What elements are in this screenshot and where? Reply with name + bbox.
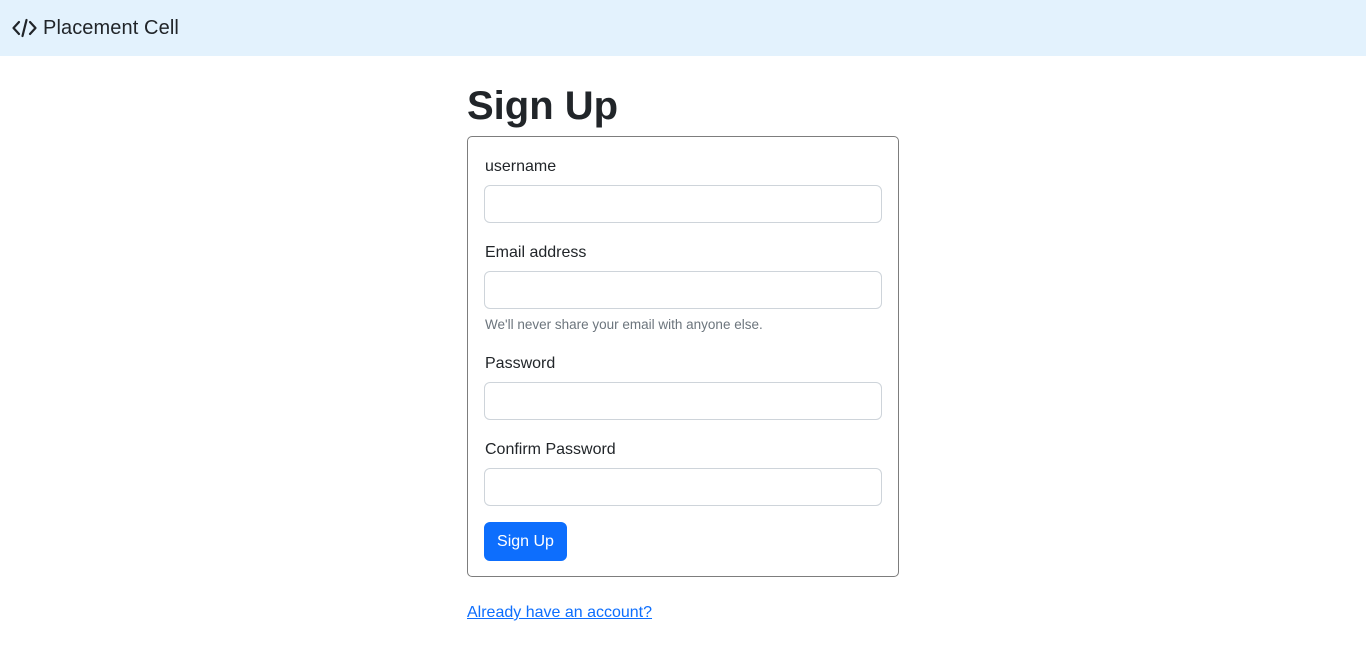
code-slash-icon <box>12 18 37 38</box>
confirm-password-label: Confirm Password <box>485 441 616 458</box>
sign-up-button[interactable]: Sign Up <box>484 522 567 561</box>
login-link[interactable]: Already have an account? <box>467 603 652 623</box>
username-input[interactable] <box>484 185 882 223</box>
brand-label: Placement Cell <box>43 16 179 39</box>
confirm-password-input[interactable] <box>484 468 882 506</box>
brand-link[interactable]: Placement Cell <box>12 17 179 40</box>
page-title: Sign Up <box>467 84 619 128</box>
username-label: username <box>485 158 557 175</box>
signup-form: username Email address We'll never share… <box>467 136 899 577</box>
email-help-text: We'll never share your email with anyone… <box>485 317 763 332</box>
password-input[interactable] <box>484 382 882 420</box>
email-input[interactable] <box>484 271 882 309</box>
email-label: Email address <box>485 244 587 261</box>
password-label: Password <box>485 355 556 372</box>
navbar: Placement Cell <box>0 0 1366 56</box>
